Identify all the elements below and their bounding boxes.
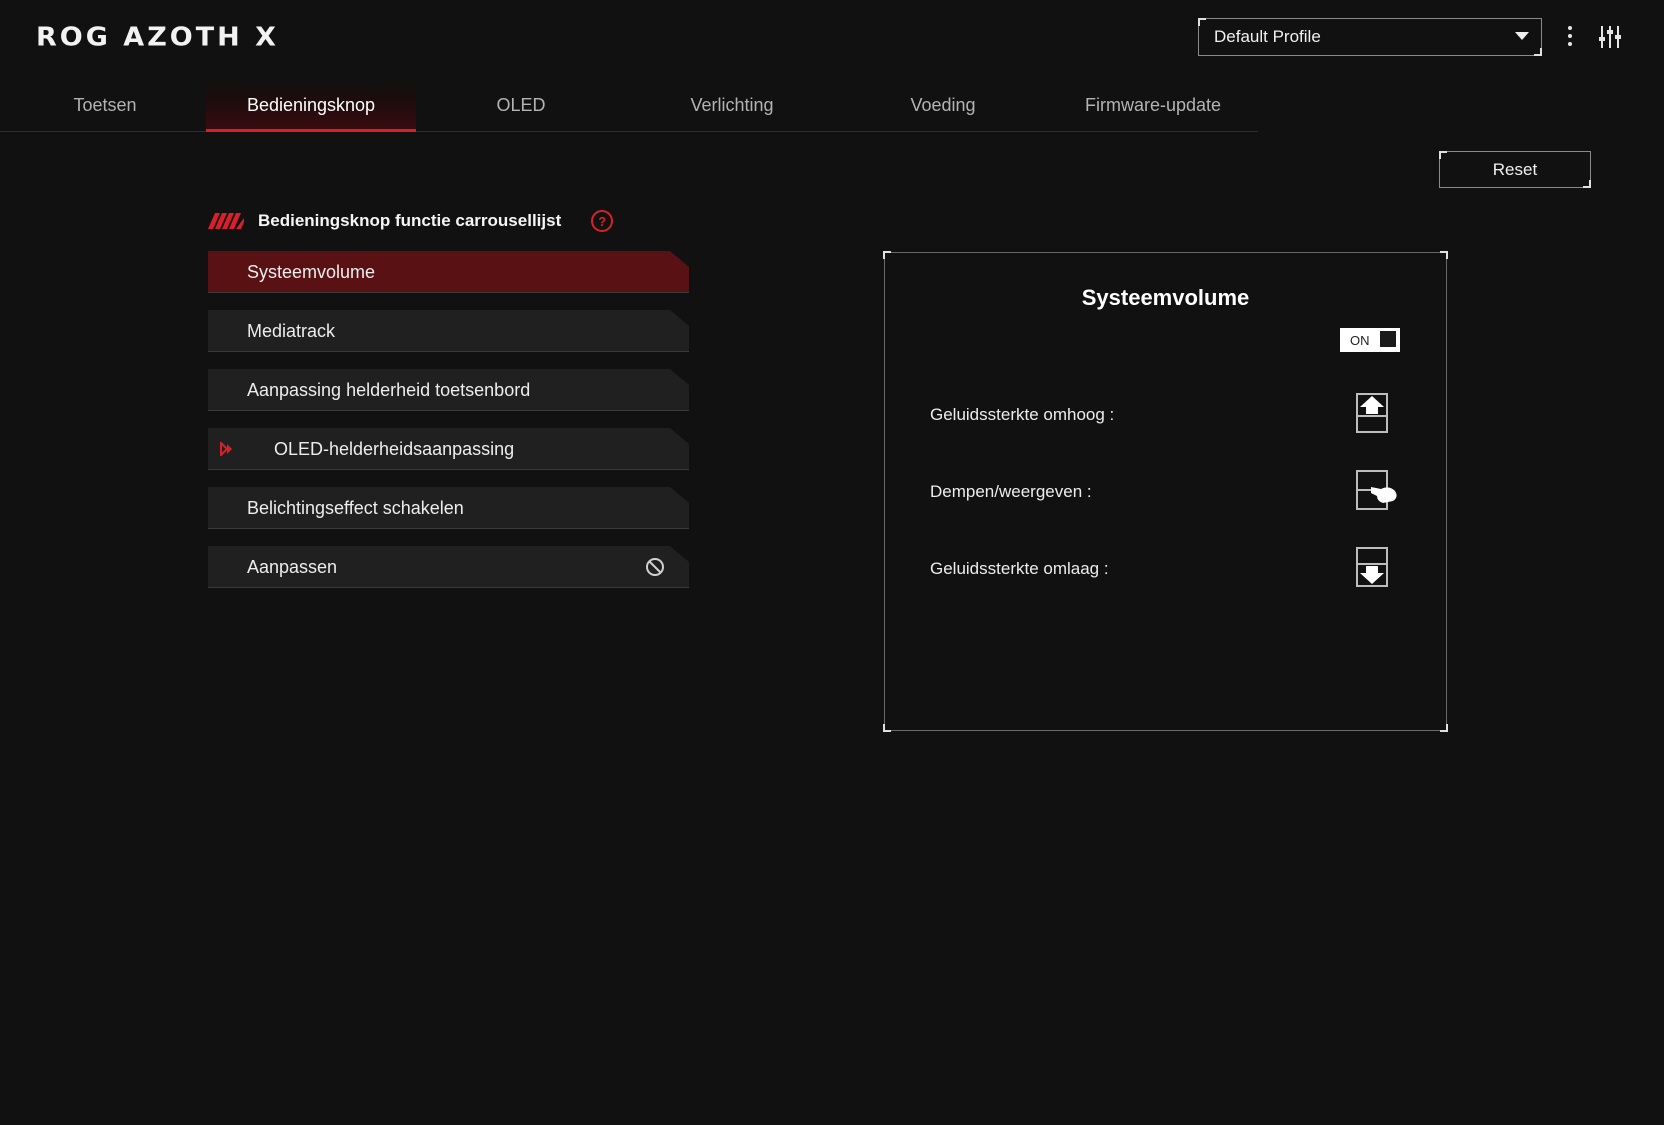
tab-toetsen[interactable]: Toetsen [0, 80, 210, 131]
reset-button[interactable]: Reset [1439, 151, 1591, 188]
help-icon[interactable]: ? [591, 210, 614, 232]
volume-up-label: Geluidssterkte omhoog : [930, 405, 1115, 424]
carousel-item-systeemvolume[interactable]: Systeemvolume [208, 251, 689, 293]
carousel-item-keyboard-brightness[interactable]: Aanpassing helderheid toetsenbord [208, 369, 689, 411]
volume-down-icon[interactable] [1355, 546, 1389, 588]
equalizer-settings-icon[interactable] [1598, 23, 1622, 51]
tab-voeding[interactable]: Voeding [838, 80, 1048, 131]
carousel-item-aanpassen[interactable]: Aanpassen [208, 546, 689, 588]
chevron-down-icon [1515, 32, 1529, 40]
carousel-section-header: Bedieningsknop functie carrousellijst ? [208, 207, 614, 235]
app-logo: ROG AZOTH X [36, 22, 279, 52]
volume-down-label: Geluidssterkte omlaag : [930, 559, 1109, 578]
red-arrow-icon [220, 442, 232, 456]
tab-verlichting[interactable]: Verlichting [627, 80, 837, 131]
carousel-item-oled-brightness[interactable]: OLED-helderheidsaanpassing [208, 428, 689, 470]
knob-press-icon[interactable] [1355, 469, 1401, 511]
toggle-knob [1380, 331, 1396, 347]
volume-up-icon[interactable] [1355, 392, 1389, 434]
toggle-label: ON [1350, 332, 1370, 348]
detail-title: Systeemvolume [1081, 285, 1250, 310]
profile-dropdown[interactable]: Default Profile [1198, 18, 1542, 56]
more-options-icon[interactable] [1562, 24, 1578, 50]
main-tabs: Toetsen Bedieningsknop OLED Verlichting … [0, 80, 1258, 132]
detail-panel: Systeemvolume ON Geluidssterkte omhoog :… [883, 251, 1448, 732]
mute-play-label: Dempen/weergeven : [930, 482, 1092, 501]
carousel-item-mediatrack[interactable]: Mediatrack [208, 310, 689, 352]
profile-dropdown-value: Default Profile [1214, 27, 1321, 46]
tab-oled[interactable]: OLED [416, 80, 626, 131]
carousel-item-lighting-effect[interactable]: Belichtingseffect schakelen [208, 487, 689, 529]
app-title: ROG AZOTH X [36, 22, 279, 52]
disabled-icon [646, 558, 664, 576]
tab-bedieningsknop[interactable]: Bedieningsknop [206, 80, 416, 132]
function-toggle[interactable]: ON [1340, 328, 1400, 352]
carousel-list: Systeemvolume Mediatrack Aanpassing held… [208, 251, 689, 605]
tab-firmware-update[interactable]: Firmware-update [1048, 80, 1258, 131]
rog-stripes-icon [208, 213, 244, 229]
section-title: Bedieningsknop functie carrousellijst [258, 211, 562, 230]
